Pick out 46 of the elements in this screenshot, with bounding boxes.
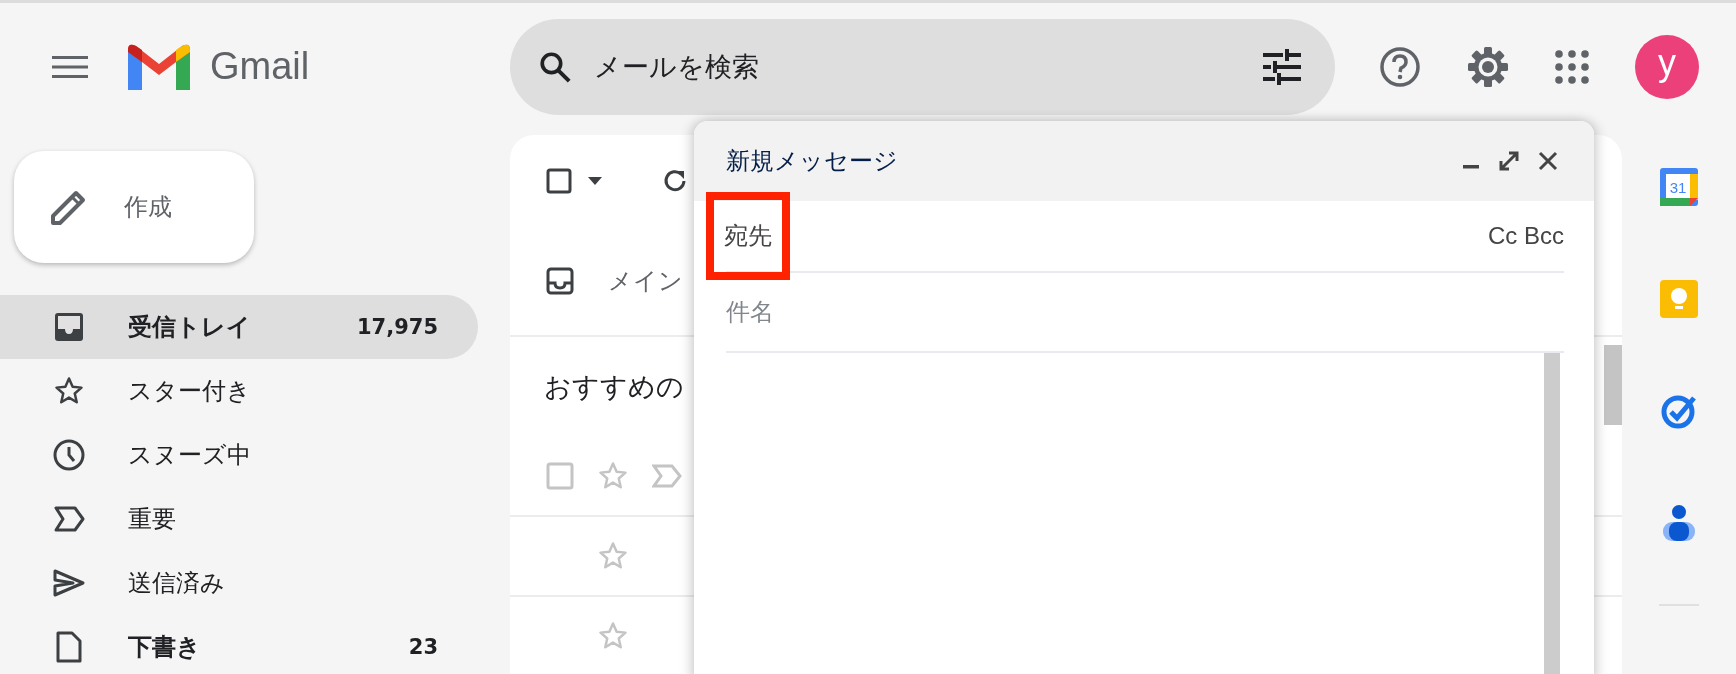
person-icon[interactable]	[1662, 504, 1696, 542]
pencil-icon	[50, 188, 88, 226]
caret-icon[interactable]	[588, 177, 602, 185]
compose-button[interactable]: 作成	[14, 151, 254, 263]
document-icon	[56, 631, 82, 663]
scrollbar-thumb[interactable]	[1604, 345, 1622, 425]
inbox-icon	[54, 312, 84, 342]
refresh-icon[interactable]	[662, 168, 688, 194]
search-icon[interactable]	[538, 49, 572, 84]
app-name: Gmail	[210, 45, 310, 88]
cc-link[interactable]: Cc	[1487, 222, 1518, 249]
inbox-tab-icon	[546, 267, 574, 295]
calendar-icon[interactable]: 31	[1660, 168, 1698, 206]
search-field[interactable]: メールを検索	[592, 50, 1243, 83]
row-checkbox[interactable]	[546, 462, 574, 490]
send-icon	[53, 569, 85, 597]
clock-icon	[53, 439, 85, 471]
important-marker-icon[interactable]	[652, 464, 682, 488]
star-icon	[54, 376, 84, 406]
section-title: おすすめの	[544, 370, 684, 404]
filter-sliders-icon[interactable]	[1263, 48, 1301, 85]
nav-item[interactable]: スター付き	[0, 359, 478, 423]
nav-item[interactable]: スヌーズ中	[0, 423, 478, 487]
apps-grid-icon[interactable]	[1555, 49, 1589, 84]
nav-item[interactable]: 受信トレイ 17,975	[0, 295, 478, 359]
expand-arrows-icon[interactable]	[1498, 150, 1520, 172]
scrollbar-track[interactable]	[1544, 353, 1560, 674]
star-toggle[interactable]	[598, 461, 628, 491]
star-toggle[interactable]	[598, 541, 628, 571]
important-marker-icon	[53, 506, 85, 532]
help-icon[interactable]	[1379, 45, 1421, 88]
compose-title: 新規メッセージ	[726, 146, 898, 177]
search-bar[interactable]: メールを検索	[510, 18, 1335, 115]
nav-item[interactable]: 下書き 23	[0, 615, 478, 674]
tab[interactable]: メイン	[608, 265, 683, 297]
settings-icon[interactable]	[1467, 45, 1509, 88]
to-field-label: 宛先	[706, 192, 790, 280]
star-toggle[interactable]	[598, 621, 628, 651]
menu-icon[interactable]	[52, 54, 88, 79]
bcc-link[interactable]: Bcc	[1524, 222, 1564, 249]
select-checkbox[interactable]	[546, 168, 572, 194]
gmail-logo-icon	[128, 43, 190, 90]
avatar[interactable]: y	[1635, 34, 1699, 99]
close-icon[interactable]	[1538, 151, 1558, 171]
nav-item[interactable]: 送信済み	[0, 551, 478, 615]
nav-item[interactable]: 重要	[0, 487, 478, 551]
